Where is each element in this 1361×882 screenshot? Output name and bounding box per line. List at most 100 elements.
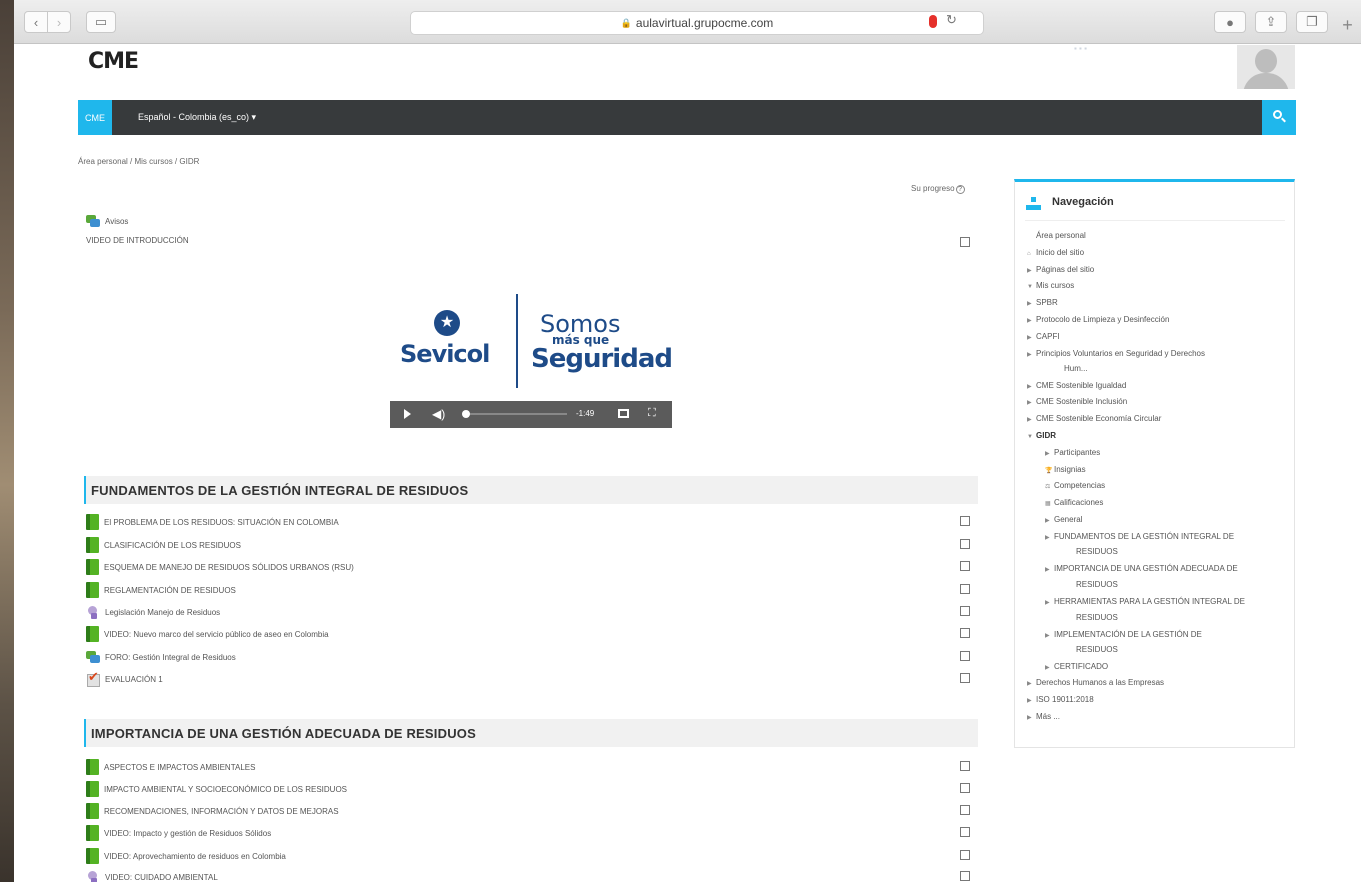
quiz-icon — [86, 669, 100, 687]
nav-tree-item[interactable]: RESIDUOS — [1067, 643, 1118, 657]
activity-item[interactable]: VIDEO: CUIDADO AMBIENTAL — [86, 870, 218, 882]
nav-tree-label: CME Sostenible Inclusión — [1036, 397, 1128, 406]
activity-item[interactable]: EVALUACIÓN 1 — [86, 669, 163, 687]
activity-item[interactable]: VIDEO: Impacto y gestión de Residuos Sól… — [86, 825, 271, 841]
nav-tree-item[interactable]: ▶ IMPORTANCIA DE UNA GESTIÓN ADECUADA DE — [1045, 562, 1238, 577]
nav-tree-item[interactable]: ⌂ Inicio del sitio — [1027, 246, 1084, 261]
activity-label: VIDEO: Nuevo marco del servicio público … — [104, 629, 329, 639]
nav-tree-item[interactable]: RESIDUOS — [1067, 578, 1118, 592]
completion-checkbox[interactable] — [960, 761, 970, 771]
activity-avisos[interactable]: Avisos — [86, 214, 128, 228]
completion-checkbox[interactable] — [960, 237, 970, 247]
nav-tree-item[interactable]: ▶ CERTIFICADO — [1045, 660, 1108, 675]
chevron-right-icon: ▶ — [1027, 301, 1032, 307]
completion-checkbox[interactable] — [960, 673, 970, 683]
nav-tree-item[interactable]: ▶ Protocolo de Limpieza y Desinfección — [1027, 313, 1169, 328]
search-button[interactable] — [1262, 100, 1296, 135]
user-menu-link[interactable]: ▪ ▪ ▪ — [1074, 44, 1087, 53]
activity-label: VIDEO DE INTRODUCCIÓN — [86, 235, 189, 245]
activity-item[interactable]: REGLAMENTACIÓN DE RESIDUOS — [86, 582, 236, 598]
activity-item[interactable]: Legislación Manejo de Residuos — [86, 605, 220, 619]
nav-tree-item[interactable]: ▶ CME Sostenible Inclusión — [1027, 395, 1127, 410]
fullscreen-icon[interactable]: ⛶ — [648, 407, 656, 420]
completion-checkbox[interactable] — [960, 516, 970, 526]
volume-icon[interactable]: ◀) — [432, 407, 445, 421]
site-logo[interactable]: CME — [88, 49, 139, 74]
breadcrumb[interactable]: Área personal / Mis cursos / GIDR — [78, 157, 199, 166]
nav-tree-item[interactable]: ▶ ISO 19011:2018 — [1027, 693, 1094, 708]
chevron-right-icon: ▶ — [1045, 567, 1050, 573]
forward-button[interactable]: › — [47, 11, 71, 33]
completion-checkbox[interactable] — [960, 850, 970, 860]
back-button[interactable]: ‹ — [24, 11, 48, 33]
completion-checkbox[interactable] — [960, 871, 970, 881]
activity-item[interactable]: ESQUEMA DE MANEJO DE RESIDUOS SÓLIDOS UR… — [86, 559, 354, 575]
activity-item[interactable]: VIDEO: Nuevo marco del servicio público … — [86, 626, 329, 642]
completion-checkbox[interactable] — [960, 584, 970, 594]
activity-label: El PROBLEMA DE LOS RESIDUOS: SITUACIÓN E… — [104, 517, 339, 527]
nav-tree-item[interactable]: ▶ CAPFI — [1027, 330, 1060, 345]
nav-tree-item[interactable]: ▶ FUNDAMENTOS DE LA GESTIÓN INTEGRAL DE — [1045, 530, 1234, 545]
nav-tree-item[interactable]: RESIDUOS — [1067, 545, 1118, 559]
language-menu[interactable]: Español - Colombia (es_co) ▾ — [138, 112, 256, 123]
seek-handle[interactable] — [462, 410, 470, 418]
completion-checkbox[interactable] — [960, 783, 970, 793]
new-tab-button[interactable]: + — [1334, 10, 1361, 40]
nav-tree-item[interactable]: ▶ Principios Voluntarios en Seguridad y D… — [1027, 347, 1205, 362]
nav-tree-label: IMPLEMENTACIÓN DE LA GESTIÓN DE — [1054, 630, 1202, 639]
nav-tree-item[interactable]: 🏆 Insignias — [1045, 463, 1086, 478]
nav-tree-item[interactable]: RESIDUOS — [1067, 611, 1118, 625]
completion-checkbox[interactable] — [960, 651, 970, 661]
nav-tree-item[interactable]: ▶ Participantes — [1045, 446, 1100, 461]
nav-tree-item[interactable]: ▼ Mis cursos — [1027, 279, 1074, 294]
sidebar-toggle-button[interactable]: ▭ — [86, 11, 116, 33]
tabs-overview-button[interactable]: ❐ — [1296, 11, 1328, 33]
reload-icon[interactable]: ↻ — [946, 12, 957, 28]
activity-item[interactable]: IMPACTO AMBIENTAL Y SOCIOECONÓMICO DE LO… — [86, 781, 347, 797]
help-icon[interactable]: ? — [955, 185, 965, 194]
nav-tree-item[interactable]: ▶ SPBR — [1027, 296, 1058, 311]
completion-checkbox[interactable] — [960, 805, 970, 815]
share-button[interactable]: ⇪ — [1255, 11, 1287, 33]
completion-checkbox[interactable] — [960, 628, 970, 638]
nav-tree-item[interactable]: ▶ Más ... — [1027, 710, 1060, 725]
nav-tree-item[interactable]: ▶ IMPLEMENTACIÓN DE LA GESTIÓN DE — [1045, 628, 1202, 643]
activity-label: EVALUACIÓN 1 — [105, 674, 163, 684]
nav-tree-item[interactable]: ▶ CME Sostenible Igualdad — [1027, 379, 1126, 394]
completion-checkbox[interactable] — [960, 606, 970, 616]
play-icon[interactable] — [404, 409, 411, 419]
completion-checkbox[interactable] — [960, 561, 970, 571]
nav-tree-item[interactable]: ▶ HERRAMIENTAS PARA LA GESTIÓN INTEGRAL D… — [1045, 595, 1245, 610]
nav-tree-label: RESIDUOS — [1076, 547, 1118, 556]
completion-checkbox[interactable] — [960, 827, 970, 837]
nav-tree-item[interactable]: ▶ Páginas del sitio — [1027, 263, 1094, 278]
activity-item[interactable]: ASPECTOS E IMPACTOS AMBIENTALES — [86, 759, 255, 775]
nav-item-icon: ▦ — [1045, 501, 1051, 507]
avatar[interactable] — [1237, 45, 1295, 89]
home-nav-button[interactable]: CME — [78, 100, 112, 135]
forum-icon — [86, 650, 100, 664]
extension-button[interactable]: ● — [1214, 11, 1246, 33]
completion-checkbox[interactable] — [960, 539, 970, 549]
book-icon — [86, 781, 99, 797]
nav-tree-item[interactable]: ⚖ Competencias — [1045, 479, 1105, 494]
activity-item[interactable]: El PROBLEMA DE LOS RESIDUOS: SITUACIÓN E… — [86, 514, 339, 530]
nav-tree-label: Calificaciones — [1054, 498, 1104, 507]
nav-tree-item[interactable]: Área personal — [1027, 229, 1086, 243]
activity-item[interactable]: VIDEO: Aprovechamiento de residuos en Co… — [86, 848, 286, 864]
picture-in-picture-icon[interactable] — [618, 409, 629, 418]
nav-tree-item[interactable]: ▼ GIDR — [1027, 429, 1056, 444]
nav-tree-item[interactable]: ▦ Calificaciones — [1045, 496, 1103, 511]
nav-tree-item[interactable]: ▶ Derechos Humanos a las Empresas — [1027, 676, 1164, 691]
activity-item[interactable]: CLASIFICACIÓN DE LOS RESIDUOS — [86, 537, 241, 553]
nav-tree-item[interactable]: ▶ General — [1045, 513, 1082, 528]
address-bar[interactable]: 🔒 aulavirtual.grupocme.com — [410, 11, 984, 35]
microphone-icon[interactable] — [929, 15, 937, 28]
video-player[interactable]: ★ Sevicol Somos más que Seguridad ◀) -1:… — [390, 280, 673, 428]
activity-item[interactable]: RECOMENDACIONES, INFORMACIÓN Y DATOS DE … — [86, 803, 339, 819]
seek-bar[interactable] — [463, 413, 567, 415]
nav-tree-item[interactable]: ▶ CME Sostenible Economía Circular — [1027, 412, 1161, 427]
nav-tree-label: FUNDAMENTOS DE LA GESTIÓN INTEGRAL DE — [1054, 532, 1235, 541]
activity-item[interactable]: FORO: Gestión Integral de Residuos — [86, 650, 236, 664]
nav-tree-item[interactable]: Hum... — [1055, 362, 1088, 376]
